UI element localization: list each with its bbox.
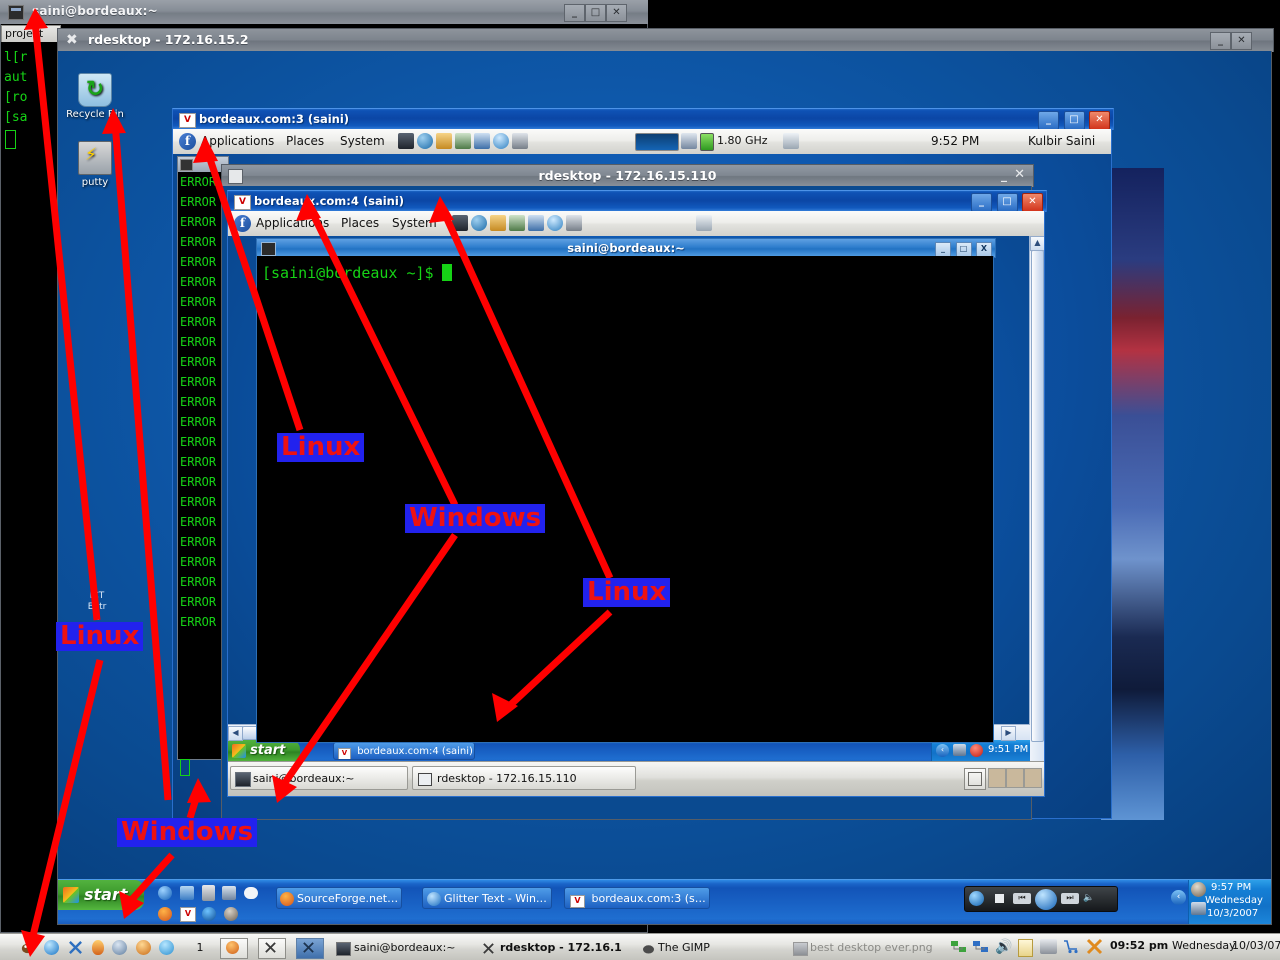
annotation-label-windows-1: Windows <box>405 504 546 534</box>
annotation-label-linux-3: Linux <box>583 578 671 608</box>
annotation-label-linux-1: Linux <box>56 622 144 652</box>
annotation-label-windows-2: Windows <box>117 818 258 848</box>
annotation-label-linux-2: Linux <box>277 433 365 463</box>
annotation-labels: Linux Linux Windows Linux Windows <box>0 0 1280 960</box>
